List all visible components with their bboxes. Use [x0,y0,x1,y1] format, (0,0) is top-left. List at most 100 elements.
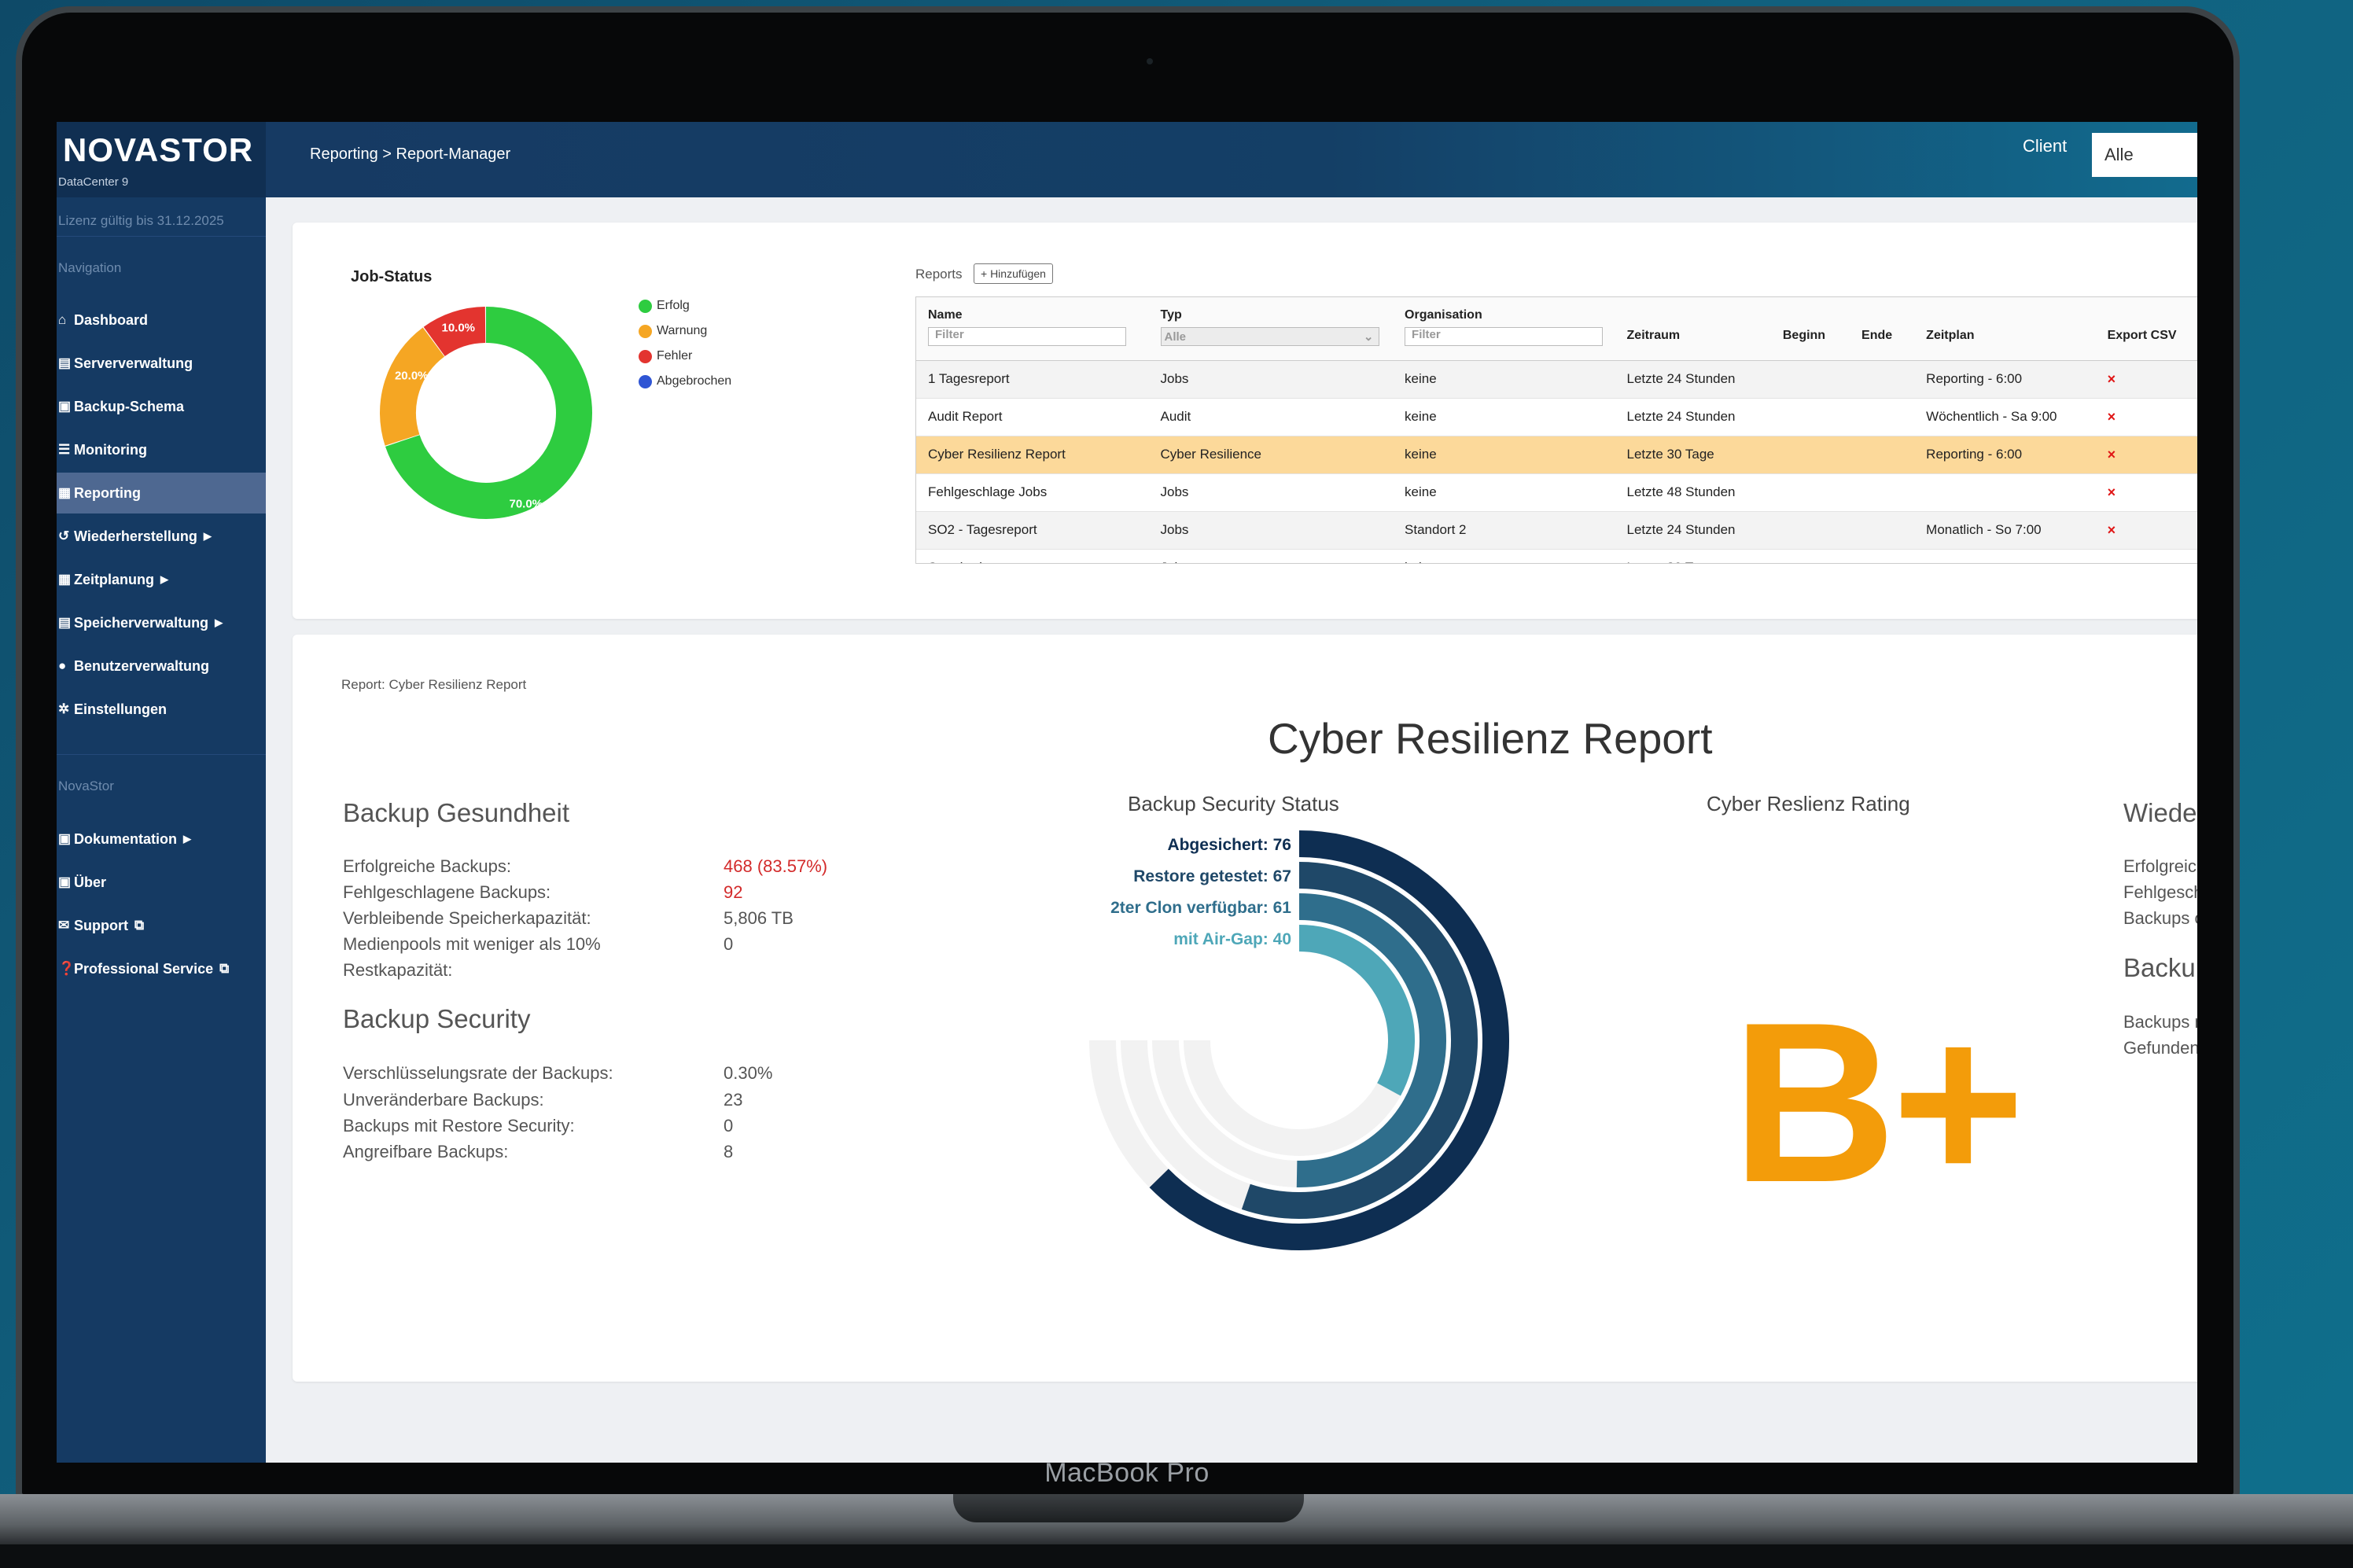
sidebar-item-label: Reporting [74,484,141,501]
sidebar-item-label: Über [74,874,107,890]
cell-name: 1 Tagesreport [916,360,1149,399]
organisation-filter-input[interactable]: Filter [1405,327,1604,346]
cell-name: Audit Report [916,398,1149,436]
security-key: Angreifbare Backups: [343,1142,509,1161]
sidebar-item-speicherverwaltung[interactable]: ▤ Speicherverwaltung ▶ [57,602,266,643]
client-label: Client [2023,136,2068,156]
sidebar-item-einstellungen[interactable]: ✲ Einstellungen [57,689,266,730]
cell-ende [1850,398,1915,436]
health-heading: Backup Gesundheit [343,798,570,827]
mail-icon: ✉ [58,918,70,933]
breadcrumb[interactable]: Reporting > Report-Manager [310,145,510,164]
cell-export-csv: × [2095,549,2197,564]
legend-item-abgebrochen[interactable]: Abgebrochen [639,369,731,394]
table-row[interactable]: Fehlgeschlage Jobs Jobs keine Letzte 48 … [916,473,2197,512]
add-report-button[interactable]: + Hinzufügen [974,263,1053,284]
sidebar-item-wiederherstellung[interactable]: ↺ Wiederherstellung ▶ [57,516,266,557]
legend-label: Warnung [657,324,708,337]
sidebar-divider [57,754,266,755]
sidebar-item-label: Serververwaltung [74,355,193,371]
sidebar-item-dashboard[interactable]: ⌂ Dashboard [57,300,266,340]
cell-beginn [1770,436,1850,474]
sidebar-item-professional-service[interactable]: ❓ Professional Service ⧉ [57,948,266,989]
sidebar-item-ueber[interactable]: ▣ Über [57,862,266,903]
cell-export-csv: × [2095,436,2197,474]
legend-dot [639,349,652,363]
column-header-organisation[interactable]: Organisation Filter [1393,297,1615,361]
table-header-row: Name Filter Typ Alle ⌄ Organisation Filte… [916,297,2197,361]
column-header-ende[interactable]: Ende [1850,297,1915,361]
anomaly-row: Backups mit Ano [2123,1012,2197,1032]
close-icon[interactable]: × [2108,484,2116,500]
security-key: Verschlüsselungsrate der Backups: [343,1063,613,1083]
name-filter-input[interactable]: Filter [928,327,1126,346]
client-select[interactable]: Alle [2092,133,2197,177]
sidebar-item-support[interactable]: ✉ Support ⧉ [57,905,266,946]
table-row[interactable]: 1 Tagesreport Jobs keine Letzte 24 Stund… [916,360,2197,399]
close-icon[interactable]: × [2108,522,2116,538]
radial-bar[interactable] [1298,925,1415,1096]
health-key: Restkapazität: [343,960,453,980]
health-value: 0 [724,934,734,954]
logo-area: NOVASTOR DataCenter 9 [57,122,266,197]
app-screen: NOVASTOR DataCenter 9 Lizenz gültig bis … [57,122,2197,1463]
table-row[interactable]: SO2 - Tagesreport Jobs Standort 2 Letzte… [916,511,2197,550]
restore-row: Fehlgeschlagene [2123,882,2197,902]
column-header-zeitraum[interactable]: Zeitraum [1615,297,1771,361]
anomaly-row: Gefundene Anon [2123,1038,2197,1058]
health-key: Fehlgeschlagene Backups: [343,882,551,902]
column-header-beginn[interactable]: Beginn [1770,297,1850,361]
legend-item-erfolg[interactable]: Erfolg [639,293,731,318]
sidebar-item-reporting[interactable]: ▦ Reporting [57,473,266,513]
sidebar-item-dokumentation[interactable]: ▣ Dokumentation ▶ [57,819,266,859]
cell-ende [1850,511,1915,550]
health-value: 5,806 TB [724,908,794,928]
cell-zeitraum: Letzte 24 Stunden [1615,360,1771,399]
column-header-export-csv[interactable]: Export CSV [2095,297,2197,361]
cell-typ: Cyber Resilience [1148,436,1394,474]
health-value: 92 [724,882,743,902]
column-header-zeitplan[interactable]: Zeitplan [1914,297,2096,361]
sidebar-item-backup-schema[interactable]: ▣ Backup-Schema [57,386,266,427]
donut-slice[interactable] [380,327,445,446]
health-row: Erfolgreiche Backups: 468 (83.57%) [343,856,893,877]
close-icon[interactable]: × [2108,447,2116,462]
sidebar-item-monitoring[interactable]: ☰ Monitoring [57,429,266,470]
reports-table: Name Filter Typ Alle ⌄ Organisation Filte… [916,297,2197,564]
security-key: Backups mit Restore Security: [343,1116,575,1136]
cell-zeitraum: Letzte 24 Stunden [1615,398,1771,436]
table-row[interactable]: Standard Jobs keine Letzte 30 Tage × × [916,549,2197,564]
sidebar-item-zeitplanung[interactable]: ▦ Zeitplanung ▶ [57,559,266,600]
sidebar-item-serververwaltung[interactable]: ▤ Serververwaltung [57,343,266,384]
close-icon[interactable]: × [2108,371,2116,387]
sidebar-item-label: Backup-Schema [74,398,185,414]
health-row: Verbleibende Speicherkapazität: 5,806 TB [343,908,893,929]
home-icon: ⌂ [58,312,67,327]
table-row-selected[interactable]: Cyber Resilienz Report Cyber Resilience … [916,436,2197,474]
nav-heading: Navigation [58,260,122,275]
legend-item-warnung[interactable]: Warnung [639,318,731,344]
gear-icon: ✲ [58,701,70,716]
restore-heading: Wiederherst [2123,798,2197,827]
legend-label: Erfolg [657,299,690,312]
legend-item-fehler[interactable]: Fehler [639,344,731,369]
cell-name: SO2 - Tagesreport [916,511,1149,550]
typ-filter-select[interactable]: Alle ⌄ [1160,327,1379,346]
sidebar-item-benutzerverwaltung[interactable]: ● Benutzerverwaltung [57,646,266,686]
column-header-name[interactable]: Name Filter [916,297,1149,361]
radial-bar-label: Abgesichert: 76 [1167,836,1291,854]
legend-dot [639,299,652,313]
close-icon[interactable]: × [2108,409,2116,425]
report-card: Report: Cyber Resilienz Report Cyber Res… [293,635,2197,1382]
column-header-typ[interactable]: Typ Alle ⌄ [1148,297,1394,361]
cell-ende [1850,549,1915,563]
cell-beginn [1770,549,1850,563]
cell-zeitplan: Monatlich - So 7:00 [1914,511,2096,550]
calendar-icon: ▦ [58,572,72,587]
user-icon: ● [58,658,67,673]
chevron-down-icon: ⌄ [1363,330,1374,344]
close-icon[interactable]: × [2108,560,2116,564]
table-row[interactable]: Audit Report Audit keine Letzte 24 Stund… [916,398,2197,436]
cell-typ: Audit [1148,398,1394,436]
list-icon: ☰ [58,442,71,457]
